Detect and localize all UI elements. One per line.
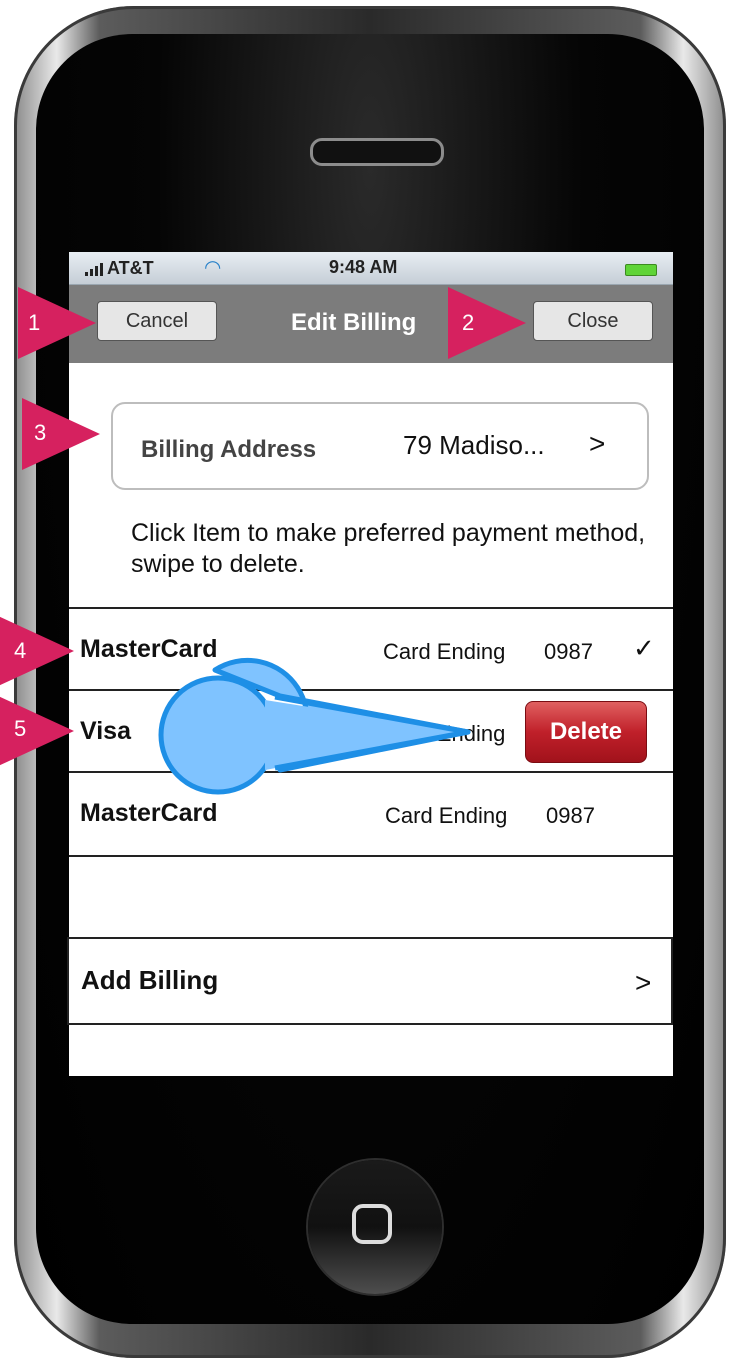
card-name: Visa xyxy=(80,717,131,745)
nav-bar: Cancel Edit Billing Close xyxy=(69,285,673,363)
card-name: MasterCard xyxy=(80,635,218,663)
home-button[interactable] xyxy=(308,1160,442,1294)
annotation-marker-4 xyxy=(0,615,74,687)
annotation-marker-5 xyxy=(0,695,74,767)
screen: AT&T ◠ 9:48 AM Cancel Edit Billing Close… xyxy=(67,252,673,1076)
annotation-number-3: 3 xyxy=(34,420,47,445)
annotation-number-1: 1 xyxy=(28,310,41,335)
chevron-right-icon: > xyxy=(589,428,606,459)
card-ending-number: 0987 xyxy=(546,803,595,828)
billing-address-value: 79 Madiso... xyxy=(403,430,545,460)
billing-address-row[interactable]: Billing Address 79 Madiso... > xyxy=(111,402,649,490)
card-row-visa[interactable]: Visa Card Ending Delete xyxy=(69,689,673,771)
add-billing-label: Add Billing xyxy=(81,965,219,995)
annotation-marker-2 xyxy=(448,287,526,359)
signal-icon xyxy=(85,262,103,276)
card-row-mastercard-1[interactable]: MasterCard Card Ending 0987 ✓ xyxy=(69,607,673,689)
page-title: Edit Billing xyxy=(291,309,417,336)
billing-address-label: Billing Address xyxy=(141,436,317,463)
battery-icon xyxy=(625,264,657,276)
card-name: MasterCard xyxy=(80,799,218,827)
chevron-right-icon: > xyxy=(635,967,652,998)
carrier-label: AT&T xyxy=(107,258,154,278)
checkmark-icon: ✓ xyxy=(633,633,655,663)
card-ending-label: Card Ending xyxy=(383,721,506,746)
close-button[interactable]: Close xyxy=(533,301,653,341)
annotation-number-2: 2 xyxy=(462,310,475,335)
hint-text: Click Item to make preferred payment met… xyxy=(131,519,646,578)
cancel-button[interactable]: Cancel xyxy=(97,301,217,341)
annotation-number-4: 4 xyxy=(14,638,27,663)
wifi-icon: ◠ xyxy=(205,257,221,279)
card-ending-label: Card Ending xyxy=(383,639,506,664)
home-square-icon xyxy=(352,1204,392,1244)
add-billing-row[interactable]: Add Billing > xyxy=(67,937,673,1025)
card-ending-number: 0987 xyxy=(544,639,593,664)
carrier: AT&T xyxy=(85,258,154,279)
delete-button[interactable]: Delete xyxy=(525,701,647,763)
status-bar: AT&T ◠ 9:48 AM xyxy=(69,252,673,285)
annotation-number-5: 5 xyxy=(14,716,27,741)
speaker-grille xyxy=(310,138,444,166)
clock: 9:48 AM xyxy=(329,257,398,277)
card-ending-label: Card Ending xyxy=(385,803,508,828)
card-row-mastercard-2[interactable]: MasterCard Card Ending 0987 xyxy=(69,771,673,857)
